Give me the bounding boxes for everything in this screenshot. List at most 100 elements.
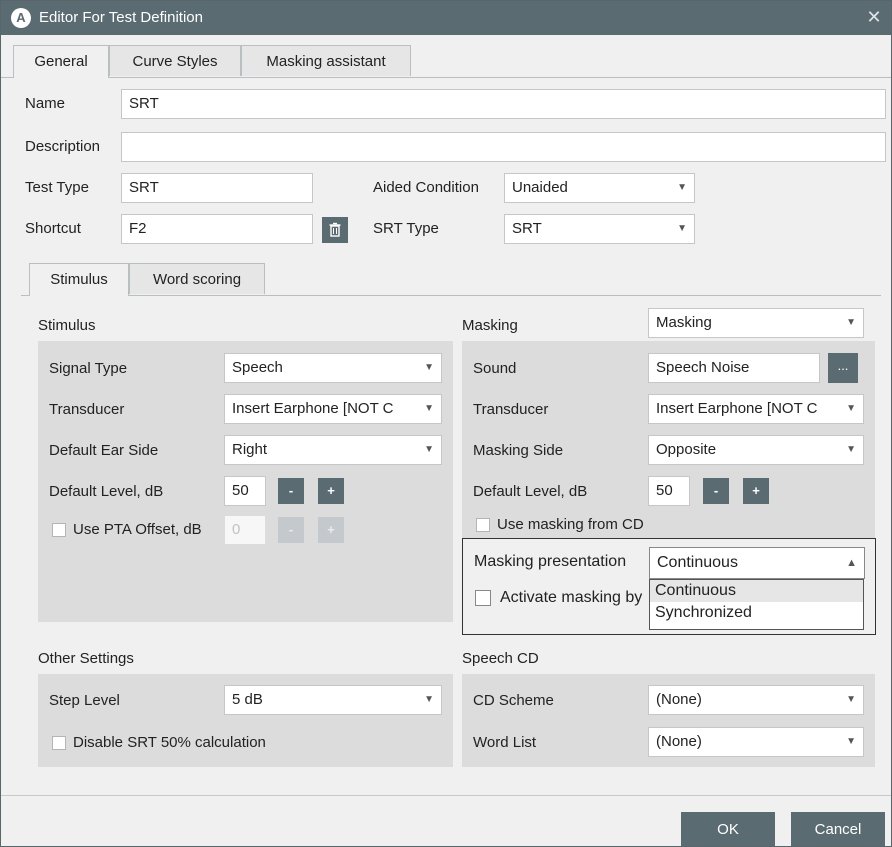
signal-type-select[interactable]: Speech ▼	[224, 353, 442, 383]
ear-side-select[interactable]: Right ▼	[224, 435, 442, 465]
word-list-select[interactable]: (None) ▼	[648, 727, 864, 757]
test-type-input[interactable]: SRT	[121, 173, 313, 203]
disable-srt-label: Disable SRT 50% calculation	[73, 734, 266, 751]
chevron-down-icon: ▼	[846, 736, 856, 747]
masking-side-label: Masking Side	[473, 442, 564, 459]
masking-level-label: Default Level, dB	[473, 483, 588, 500]
step-level-select[interactable]: 5 dB ▼	[224, 685, 442, 715]
masking-mode-select[interactable]: Masking ▼	[648, 308, 864, 338]
cd-scheme-label: CD Scheme	[473, 692, 554, 709]
trash-icon	[329, 222, 341, 237]
clear-shortcut-button[interactable]	[322, 217, 348, 243]
chevron-down-icon: ▼	[424, 403, 434, 414]
other-settings-title: Other Settings	[38, 650, 134, 667]
masking-presentation-value: Continuous	[657, 554, 738, 571]
tab-masking-assistant[interactable]: Masking assistant	[241, 45, 411, 76]
signal-type-value: Speech	[232, 359, 283, 376]
chevron-down-icon: ▼	[846, 694, 856, 705]
stimulus-transducer-select[interactable]: Insert Earphone [NOT C ▼	[224, 394, 442, 424]
chevron-up-icon: ▲	[846, 557, 857, 569]
masking-level-input[interactable]: 50	[648, 476, 690, 506]
step-level-label: Step Level	[49, 692, 120, 709]
stimulus-level-increase-button[interactable]: +	[318, 478, 344, 504]
ok-button[interactable]: OK	[681, 812, 775, 846]
word-list-label: Word List	[473, 734, 537, 751]
ear-side-label: Default Ear Side	[49, 442, 159, 459]
masking-presentation-label: Masking presentation	[474, 553, 627, 570]
name-input[interactable]: SRT	[121, 89, 886, 119]
pta-offset-label: Use PTA Offset, dB	[73, 521, 202, 538]
masking-side-select[interactable]: Opposite ▼	[648, 435, 864, 465]
chevron-down-icon: ▼	[677, 182, 687, 193]
masking-presentation-select[interactable]: Continuous ▲	[649, 547, 865, 579]
chevron-down-icon: ▼	[424, 444, 434, 455]
word-list-value: (None)	[656, 733, 702, 750]
stimulus-level-decrease-button[interactable]: -	[278, 478, 304, 504]
aided-condition-select[interactable]: Unaided ▼	[504, 173, 695, 203]
pta-offset-input[interactable]: 0	[224, 515, 266, 545]
stimulus-transducer-label: Transducer	[49, 401, 125, 418]
masking-transducer-label: Transducer	[473, 401, 549, 418]
masking-mode-value: Masking	[656, 314, 712, 331]
speech-cd-title: Speech CD	[462, 650, 539, 667]
tab-word-scoring[interactable]: Word scoring	[129, 263, 265, 294]
stimulus-level-label: Default Level, dB	[49, 483, 164, 500]
stimulus-section-title: Stimulus	[38, 317, 96, 334]
step-level-value: 5 dB	[232, 691, 263, 708]
tab-general[interactable]: General	[13, 45, 109, 78]
masking-from-cd-label: Use masking from CD	[497, 516, 644, 533]
srt-type-select[interactable]: SRT ▼	[504, 214, 695, 244]
masking-from-cd-checkbox[interactable]	[476, 518, 490, 532]
aided-condition-value: Unaided	[512, 179, 568, 196]
chevron-down-icon: ▼	[424, 694, 434, 705]
name-label: Name	[25, 95, 66, 112]
stimulus-transducer-value: Insert Earphone [NOT C	[232, 400, 394, 417]
masking-level-decrease-button[interactable]: -	[703, 478, 729, 504]
pta-offset-decrease-button[interactable]: -	[278, 517, 304, 543]
description-input[interactable]	[121, 132, 886, 162]
test-definition-dialog: A Editor For Test Definition ✕ General C…	[0, 0, 892, 847]
masking-transducer-value: Insert Earphone [NOT C	[656, 400, 818, 417]
description-label: Description	[25, 138, 101, 155]
stimulus-level-input[interactable]: 50	[224, 476, 266, 506]
dropdown-option-continuous[interactable]: Continuous	[650, 580, 863, 602]
cd-scheme-value: (None)	[656, 691, 702, 708]
shortcut-input[interactable]: F2	[121, 214, 313, 244]
masking-level-increase-button[interactable]: +	[743, 478, 769, 504]
disable-srt-checkbox[interactable]	[52, 736, 66, 750]
pta-offset-increase-button[interactable]: +	[318, 517, 344, 543]
chevron-down-icon: ▼	[846, 403, 856, 414]
srt-type-label: SRT Type	[373, 220, 439, 237]
sound-label: Sound	[473, 360, 517, 377]
app-logo-icon: A	[11, 8, 31, 28]
activate-masking-label: Activate masking by	[500, 589, 643, 606]
chevron-down-icon: ▼	[677, 223, 687, 234]
shortcut-label: Shortcut	[25, 220, 81, 237]
signal-type-label: Signal Type	[49, 360, 128, 377]
tab-strip-divider	[1, 77, 891, 78]
footer-divider	[1, 795, 891, 796]
browse-sound-button[interactable]: ...	[828, 353, 858, 383]
chevron-down-icon: ▼	[424, 362, 434, 373]
cancel-button[interactable]: Cancel	[791, 812, 885, 846]
window-title: Editor For Test Definition	[39, 9, 203, 26]
tab-curve-styles[interactable]: Curve Styles	[109, 45, 241, 76]
aided-condition-label: Aided Condition	[373, 179, 479, 196]
tab-stimulus[interactable]: Stimulus	[29, 263, 129, 296]
close-icon[interactable]: ✕	[863, 6, 885, 28]
cd-scheme-select[interactable]: (None) ▼	[648, 685, 864, 715]
pta-offset-checkbox[interactable]	[52, 523, 66, 537]
masking-transducer-select[interactable]: Insert Earphone [NOT C ▼	[648, 394, 864, 424]
title-bar[interactable]: A Editor For Test Definition ✕	[1, 1, 891, 35]
dropdown-option-synchronized[interactable]: Synchronized	[650, 602, 863, 624]
activate-masking-checkbox[interactable]	[475, 590, 491, 606]
test-type-label: Test Type	[25, 179, 89, 196]
subtab-strip-divider	[21, 295, 881, 296]
ear-side-value: Right	[232, 441, 268, 458]
chevron-down-icon: ▼	[846, 444, 856, 455]
srt-type-value: SRT	[512, 220, 542, 237]
masking-side-value: Opposite	[656, 441, 717, 458]
chevron-down-icon: ▼	[846, 317, 856, 328]
masking-section-title: Masking	[462, 317, 518, 334]
sound-input[interactable]: Speech Noise	[648, 353, 820, 383]
